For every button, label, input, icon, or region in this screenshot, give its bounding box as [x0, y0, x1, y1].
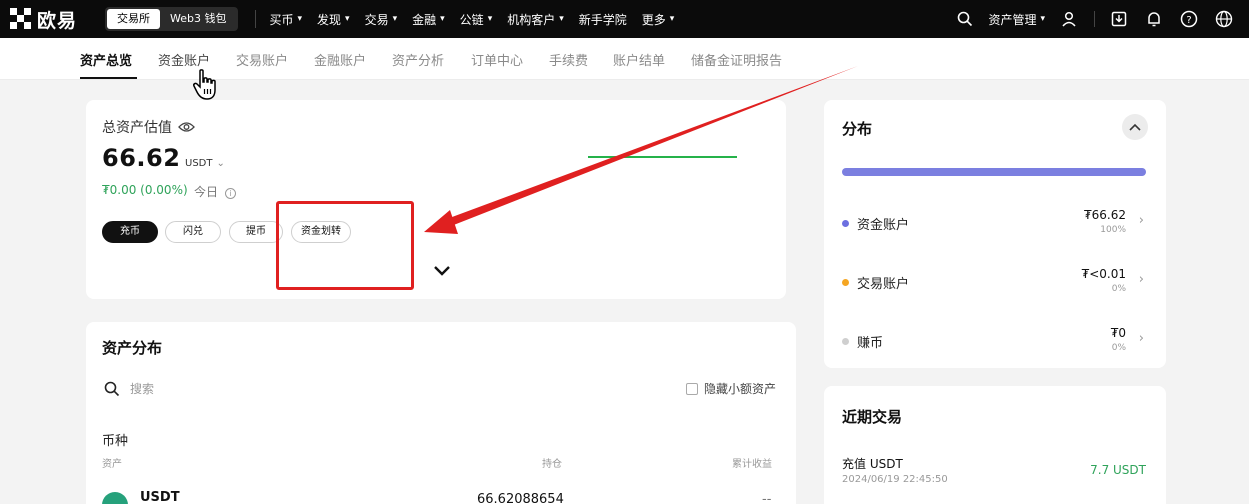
red-arrow-annotation [424, 66, 858, 234]
hand-pointer-cursor-icon [193, 69, 216, 100]
